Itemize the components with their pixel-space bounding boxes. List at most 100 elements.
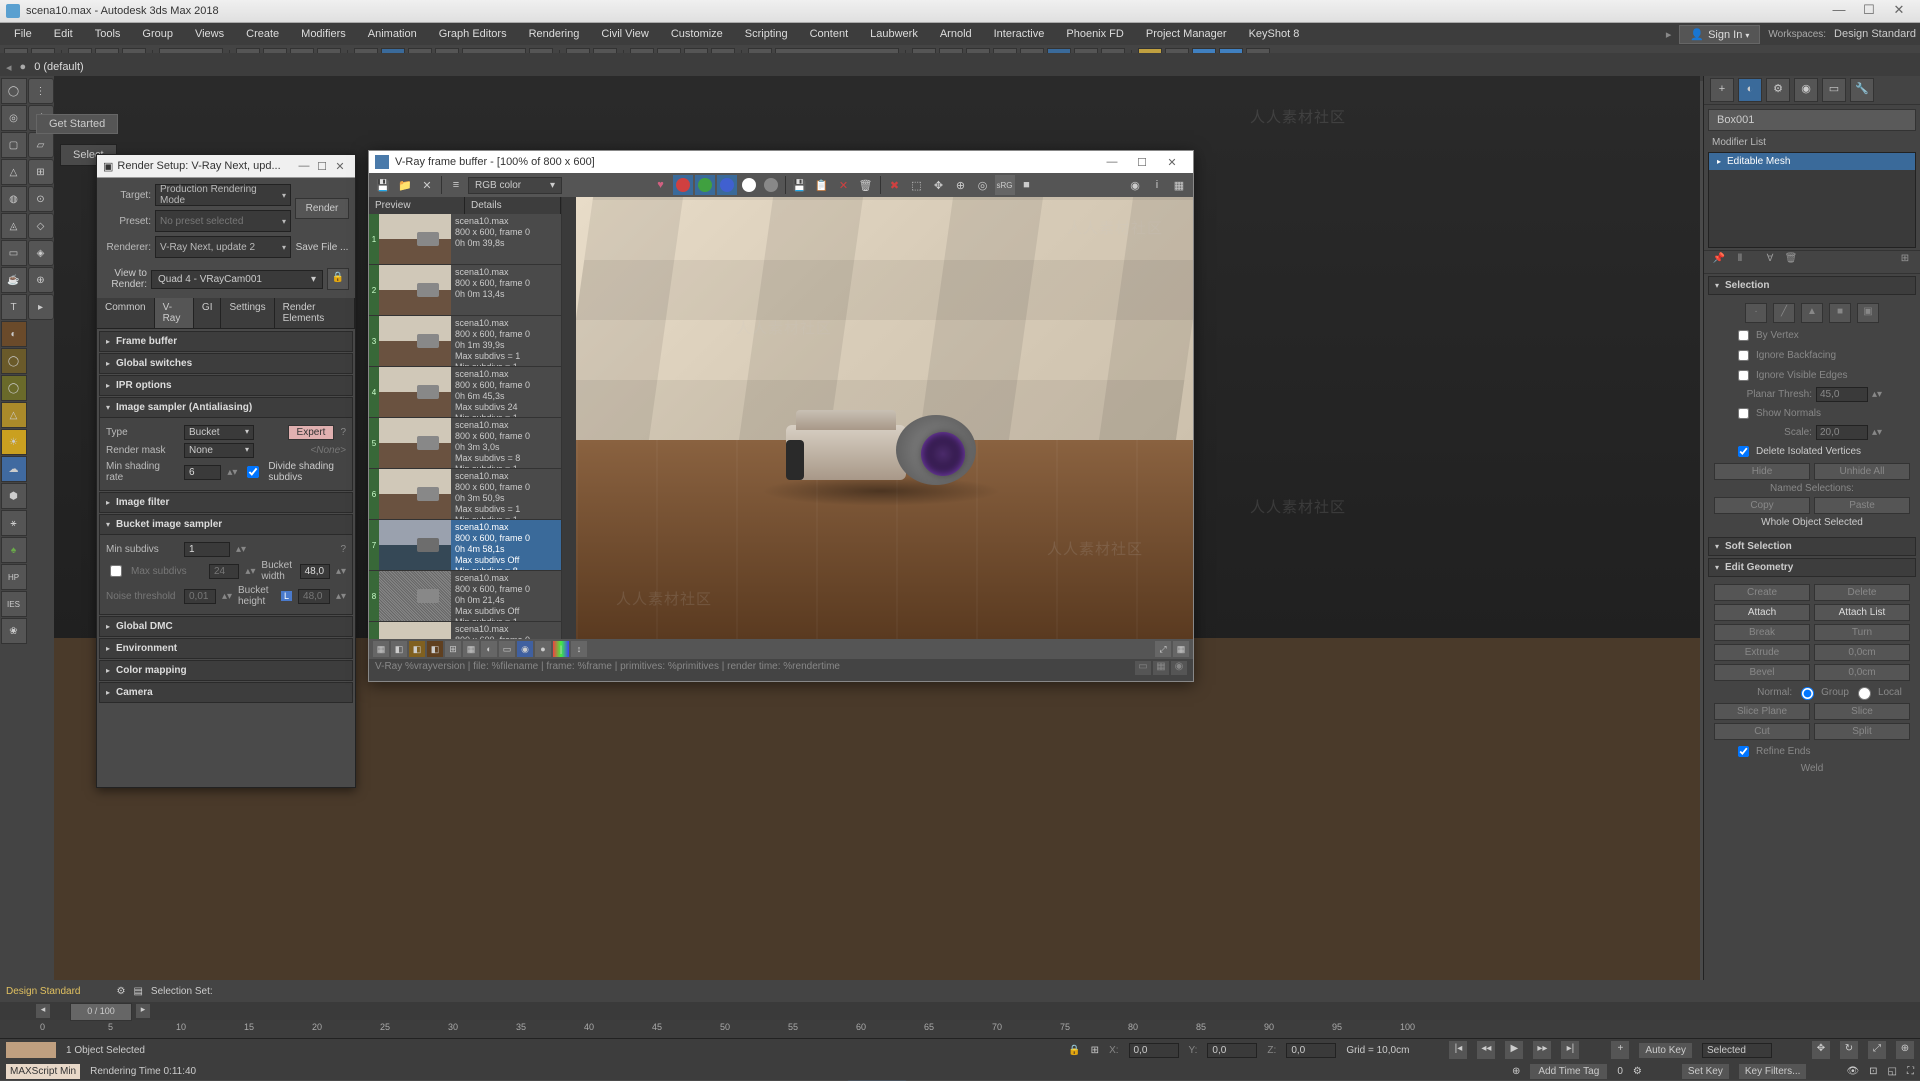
rollout-bucket-sampler[interactable]: Bucket image sampler (99, 514, 353, 535)
menu-interactive[interactable]: Interactive (984, 25, 1055, 43)
cylinder-icon[interactable]: ▢ (1, 132, 27, 158)
menu-content[interactable]: Content (800, 25, 859, 43)
snap-vertex-icon[interactable]: ⋮ (28, 78, 54, 104)
face-subobj[interactable]: ▲ (1801, 303, 1823, 323)
nav-1[interactable]: ✥ (1812, 1041, 1830, 1059)
normal-group-radio[interactable] (1801, 687, 1814, 700)
time-handle[interactable]: 0 / 100 (70, 1003, 132, 1021)
ignore-vis-check[interactable] (1738, 370, 1749, 381)
remove-mod-icon[interactable]: 🗑 (1782, 253, 1800, 271)
view-select[interactable]: Quad 4 - VRayCam001 (151, 270, 323, 289)
vfb-b3[interactable]: ◧ (409, 641, 425, 657)
normal-local-radio[interactable] (1858, 687, 1871, 700)
delete-icon[interactable]: ✕ (834, 175, 854, 195)
fur-icon[interactable]: ⚹ (1, 510, 27, 536)
close-button[interactable]: ✕ (1884, 2, 1914, 20)
nav-5[interactable]: 👁 (1846, 1066, 1859, 1077)
snap-face-icon[interactable]: ▱ (28, 132, 54, 158)
srgb-icon[interactable]: sRG (995, 175, 1015, 195)
prim3-icon[interactable]: ◯ (1, 375, 27, 401)
vfb-se1[interactable]: ▭ (1135, 661, 1151, 675)
planar-input[interactable]: 45,0 (1816, 387, 1868, 402)
turn-button[interactable]: Turn (1814, 624, 1910, 641)
modifier-stack[interactable]: Editable Mesh (1708, 152, 1916, 248)
rollout-ipr[interactable]: IPR options (99, 375, 353, 396)
autokey-button[interactable]: Auto Key (1639, 1043, 1692, 1058)
x-coord[interactable]: 0,0 (1129, 1043, 1179, 1058)
by-vertex-check[interactable] (1738, 330, 1749, 341)
menu-file[interactable]: File (4, 25, 42, 43)
make-unique-icon[interactable]: ∀ (1761, 253, 1779, 271)
preset-select[interactable]: No preset selected (155, 210, 291, 232)
history-item[interactable]: 1scena10.max800 x 600, frame 00h 0m 39,8… (369, 214, 561, 265)
nav-4[interactable]: ⊕ (1896, 1041, 1914, 1059)
vfb-b2[interactable]: ◧ (391, 641, 407, 657)
sampler-type-select[interactable]: Bucket (184, 425, 254, 440)
r-channel-button[interactable] (673, 175, 693, 195)
vertex-subobj[interactable]: · (1745, 303, 1767, 323)
signin-button[interactable]: 👤Sign In ▾ (1679, 25, 1760, 44)
maxscript-label[interactable]: MAXScript Min (6, 1064, 80, 1079)
time-slider[interactable]: ◂ 0 / 100 ▸ (0, 1002, 1920, 1020)
goto-start-button[interactable]: |◂ (1449, 1041, 1467, 1059)
tab-vray[interactable]: V-Ray (155, 298, 194, 328)
bevel-button[interactable]: Bevel (1714, 664, 1810, 681)
scene-tab[interactable]: 0 (default) (34, 61, 84, 73)
history-item[interactable]: 6scena10.max800 x 600, frame 00h 3m 50,9… (369, 469, 561, 520)
rollout-image-filter[interactable]: Image filter (99, 492, 353, 513)
vfb-b4[interactable]: ◧ (427, 641, 443, 657)
menu-projectmanager[interactable]: Project Manager (1136, 25, 1237, 43)
render-setup-titlebar[interactable]: ▣ Render Setup: V-Ray Next, upd... — ☐ ✕ (97, 155, 355, 178)
motion-panel-icon[interactable]: ◉ (1794, 78, 1818, 102)
split-button[interactable]: Split (1814, 723, 1910, 740)
modifier-item[interactable]: Editable Mesh (1709, 153, 1915, 170)
render-button[interactable]: Render (295, 198, 349, 219)
snap-end-icon[interactable]: ◇ (28, 213, 54, 239)
vfb-b9[interactable]: ◉ (517, 641, 533, 657)
history-item[interactable]: 3scena10.max800 x 600, frame 00h 1m 39,9… (369, 316, 561, 367)
rollout-frame-buffer[interactable]: Frame buffer (99, 331, 353, 352)
sphere-icon[interactable]: ◯ (1, 78, 27, 104)
history-icon[interactable]: ▦ (1169, 175, 1189, 195)
vfb-col[interactable]: ▦ (1173, 641, 1189, 657)
hierarchy-panel-icon[interactable]: ⚙ (1766, 78, 1790, 102)
render-view[interactable]: 人人素材社区 人人素材社区 人人素材社区 人人素材社区 (576, 197, 1193, 639)
vfb-close-button[interactable]: ✕ (1157, 156, 1187, 169)
dome-icon[interactable]: ⬢ (1, 483, 27, 509)
prim2-icon[interactable]: ◯ (1, 348, 27, 374)
poly-subobj[interactable]: ■ (1829, 303, 1851, 323)
sliceplane-button[interactable]: Slice Plane (1714, 703, 1810, 720)
pin-stack-icon[interactable]: 📌 (1710, 253, 1728, 271)
light-icon[interactable]: △ (1, 402, 27, 428)
noise-input[interactable]: 0,01 (184, 589, 216, 604)
heart-icon[interactable]: ♥ (651, 175, 671, 195)
refine-check[interactable] (1738, 746, 1749, 757)
grass-icon[interactable]: ♠ (1, 537, 27, 563)
z-coord[interactable]: 0,0 (1286, 1043, 1336, 1058)
tab-gi[interactable]: GI (194, 298, 222, 328)
vfb-expand[interactable]: ⤢ (1155, 641, 1171, 657)
g-channel-button[interactable] (695, 175, 715, 195)
vfb-b6[interactable]: ▦ (463, 641, 479, 657)
track-mouse-icon[interactable]: ✥ (929, 175, 949, 195)
history-item[interactable]: 2scena10.max800 x 600, frame 00h 0m 13,4… (369, 265, 561, 316)
create-button[interactable]: Create (1714, 584, 1810, 601)
keyfilters-button[interactable]: Key Filters... (1739, 1064, 1807, 1079)
stop-icon[interactable]: ■ (1017, 175, 1037, 195)
maxsubdivs-checkbox[interactable] (110, 565, 122, 577)
slice-button[interactable]: Slice (1814, 703, 1910, 720)
scale-input[interactable]: 20,0 (1816, 425, 1868, 440)
show-result-icon[interactable]: Ⅱ (1731, 253, 1749, 271)
pixel-info-icon[interactable]: i (1147, 175, 1167, 195)
plane-icon[interactable]: ▭ (1, 240, 27, 266)
vfb-min-button[interactable]: — (1097, 156, 1127, 168)
play-button[interactable]: ▶ (1505, 1041, 1523, 1059)
snap-center-icon[interactable]: ⊕ (28, 267, 54, 293)
trash-icon[interactable]: 🗑 (856, 175, 876, 195)
time-ruler[interactable]: 0510152025303540455055606570758085909510… (0, 1020, 1920, 1038)
menu-laubwerk[interactable]: Laubwerk (860, 25, 928, 43)
snap-pivot-icon[interactable]: ⊙ (28, 186, 54, 212)
time-config-button[interactable]: ⚙ (1633, 1066, 1642, 1077)
paste-button[interactable]: Paste (1814, 497, 1910, 514)
y-coord[interactable]: 0,0 (1207, 1043, 1257, 1058)
